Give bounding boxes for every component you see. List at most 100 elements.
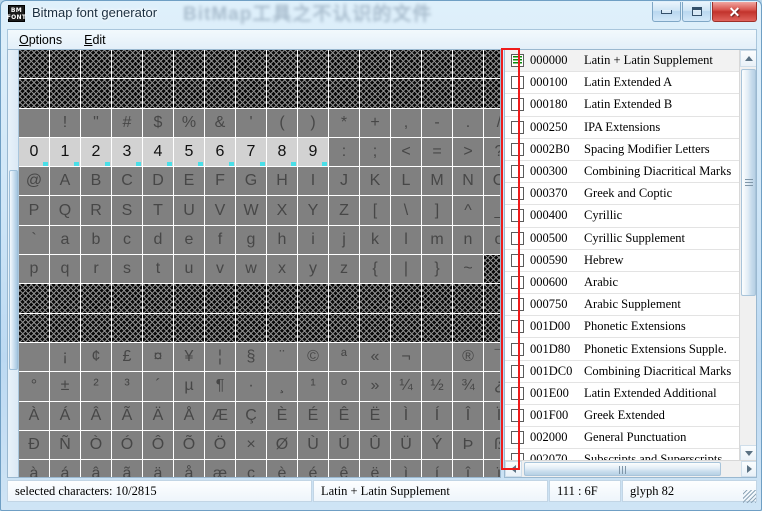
- char-cell[interactable]: =: [422, 137, 452, 167]
- char-cell[interactable]: [236, 79, 266, 108]
- char-cell[interactable]: ´: [143, 372, 173, 401]
- char-cell[interactable]: Ó: [112, 430, 142, 460]
- list-horizontal-scrollbar[interactable]: [505, 460, 756, 477]
- char-cell[interactable]: ¶: [205, 372, 235, 401]
- block-checkbox[interactable]: [511, 409, 524, 423]
- char-cell[interactable]: [391, 284, 421, 313]
- char-cell[interactable]: a: [50, 225, 80, 255]
- char-cell[interactable]: Ì: [391, 401, 421, 430]
- char-cell[interactable]: Ü: [391, 430, 421, 460]
- char-cell[interactable]: O: [484, 167, 500, 196]
- char-cell[interactable]: %: [174, 108, 204, 137]
- char-cell-selected[interactable]: 9: [298, 137, 328, 167]
- grid-vertical-scrollbar[interactable]: [8, 50, 19, 477]
- char-cell[interactable]: [19, 79, 49, 108]
- char-cell[interactable]: q: [50, 255, 80, 284]
- char-cell[interactable]: +: [360, 108, 390, 137]
- char-cell[interactable]: F: [205, 167, 235, 196]
- char-cell[interactable]: [453, 284, 483, 313]
- char-cell[interactable]: Ê: [329, 401, 359, 430]
- char-cell[interactable]: å: [174, 460, 204, 477]
- list-item[interactable]: 000000 Latin + Latin Supplement: [505, 50, 740, 73]
- scroll-left-button[interactable]: [505, 461, 522, 477]
- char-cell[interactable]: [329, 50, 359, 79]
- char-cell[interactable]: ì: [391, 460, 421, 477]
- block-checkbox[interactable]: [511, 253, 524, 267]
- char-cell[interactable]: Z: [329, 196, 359, 225]
- char-cell[interactable]: e: [174, 225, 204, 255]
- char-cell[interactable]: [391, 50, 421, 79]
- list-item[interactable]: 000100 Latin Extended A: [505, 72, 740, 95]
- char-cell[interactable]: [: [360, 196, 390, 225]
- grid-scrollbar-thumb[interactable]: [9, 170, 18, 370]
- char-cell[interactable]: m: [422, 225, 452, 255]
- char-cell[interactable]: ë: [360, 460, 390, 477]
- char-cell[interactable]: H: [267, 167, 297, 196]
- char-cell[interactable]: {: [360, 255, 390, 284]
- char-cell[interactable]: W: [236, 196, 266, 225]
- list-item[interactable]: 000300 Combining Diacritical Marks: [505, 161, 740, 184]
- char-cell[interactable]: j: [329, 225, 359, 255]
- char-cell[interactable]: [329, 79, 359, 108]
- char-cell[interactable]: Ø: [267, 430, 297, 460]
- char-cell[interactable]: Ô: [143, 430, 173, 460]
- char-cell[interactable]: [81, 313, 111, 342]
- char-cell[interactable]: [81, 79, 111, 108]
- char-cell[interactable]: b: [81, 225, 111, 255]
- char-cell[interactable]: `: [19, 225, 49, 255]
- char-cell[interactable]: l: [391, 225, 421, 255]
- char-cell[interactable]: [484, 284, 500, 313]
- char-cell[interactable]: (: [267, 108, 297, 137]
- char-cell[interactable]: Ú: [329, 430, 359, 460]
- char-cell[interactable]: [236, 284, 266, 313]
- char-cell[interactable]: ©: [298, 342, 328, 372]
- char-cell[interactable]: >: [453, 137, 483, 167]
- char-cell[interactable]: [484, 79, 500, 108]
- char-cell[interactable]: h: [267, 225, 297, 255]
- char-cell[interactable]: Ð: [19, 430, 49, 460]
- char-cell[interactable]: -: [422, 108, 452, 137]
- char-cell[interactable]: ~: [453, 255, 483, 284]
- char-cell[interactable]: [484, 50, 500, 79]
- char-cell[interactable]: ;: [360, 137, 390, 167]
- char-cell[interactable]: Q: [50, 196, 80, 225]
- char-cell[interactable]: [484, 313, 500, 342]
- char-cell[interactable]: [50, 284, 80, 313]
- char-cell[interactable]: [205, 313, 235, 342]
- char-cell[interactable]: [360, 284, 390, 313]
- char-cell[interactable]: ª: [329, 342, 359, 372]
- char-cell[interactable]: ¥: [174, 342, 204, 372]
- char-cell[interactable]: Ë: [360, 401, 390, 430]
- char-cell[interactable]: n: [453, 225, 483, 255]
- block-checkbox[interactable]: [511, 231, 524, 245]
- char-cell[interactable]: B: [81, 167, 111, 196]
- char-cell[interactable]: ®: [453, 342, 483, 372]
- char-cell[interactable]: â: [81, 460, 111, 477]
- char-cell[interactable]: [205, 79, 235, 108]
- char-cell[interactable]: Í: [422, 401, 452, 430]
- char-cell[interactable]: ·: [236, 372, 266, 401]
- char-cell[interactable]: ?: [484, 137, 500, 167]
- char-cell[interactable]: é: [298, 460, 328, 477]
- block-checkbox[interactable]: [511, 364, 524, 378]
- char-cell[interactable]: Â: [81, 401, 111, 430]
- char-cell[interactable]: #: [112, 108, 142, 137]
- char-cell[interactable]: Î: [453, 401, 483, 430]
- char-cell[interactable]: ': [236, 108, 266, 137]
- list-scrollbar-thumb[interactable]: [741, 69, 756, 296]
- char-cell-selected[interactable]: 3: [112, 137, 142, 167]
- char-cell[interactable]: Ç: [236, 401, 266, 430]
- char-cell[interactable]: ^: [453, 196, 483, 225]
- char-cell[interactable]: [112, 50, 142, 79]
- char-cell[interactable]: [174, 284, 204, 313]
- maximize-button[interactable]: [682, 2, 711, 22]
- char-cell[interactable]: [143, 79, 173, 108]
- char-cell[interactable]: k: [360, 225, 390, 255]
- char-cell[interactable]: [298, 284, 328, 313]
- char-cell[interactable]: [19, 50, 49, 79]
- char-cell[interactable]: U: [174, 196, 204, 225]
- char-cell[interactable]: f: [205, 225, 235, 255]
- char-cell[interactable]: ¬: [391, 342, 421, 372]
- char-cell[interactable]: í: [422, 460, 452, 477]
- char-cell[interactable]: [236, 313, 266, 342]
